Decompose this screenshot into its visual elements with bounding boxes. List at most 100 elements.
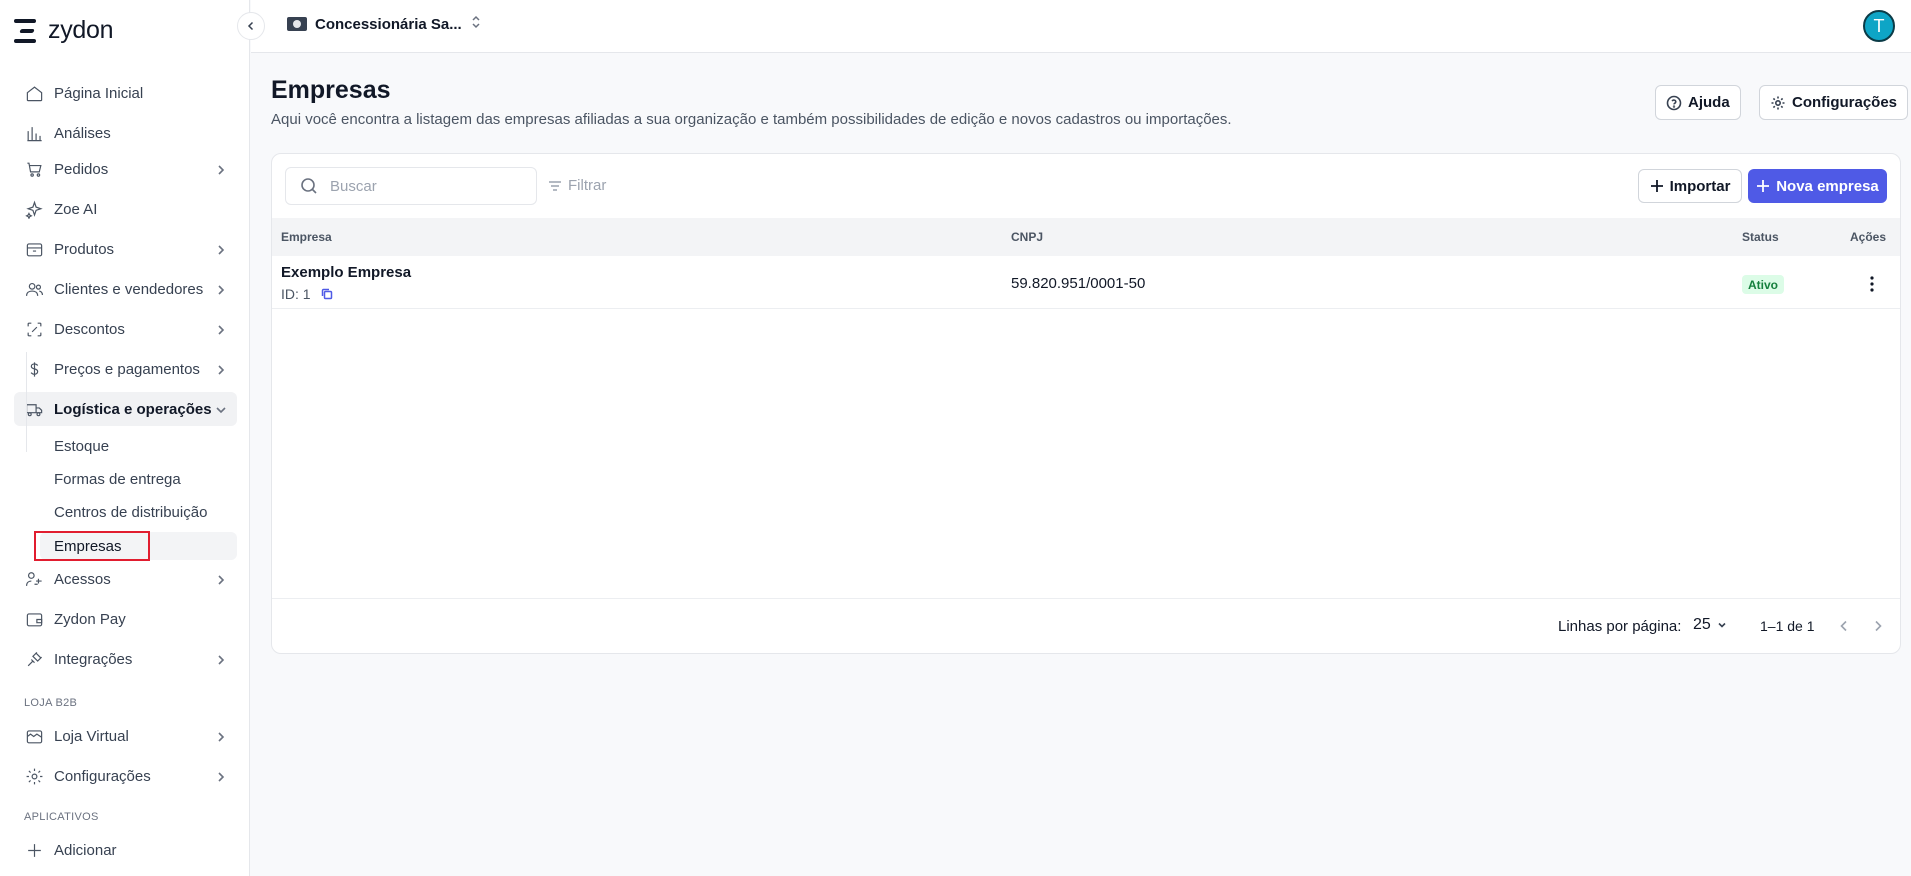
filter-icon <box>549 180 561 191</box>
sidebar-subitem-centros-de-distribuicao[interactable]: Centros de distribuição <box>40 498 237 526</box>
plus-icon <box>24 840 44 860</box>
sidebar-item-pagina-inicial[interactable]: Página Inicial <box>14 76 237 110</box>
chevron-right-icon <box>215 730 227 742</box>
sidebar-item-pedidos[interactable]: Pedidos <box>14 152 237 186</box>
gear-icon <box>24 766 44 786</box>
user-avatar[interactable]: T <box>1863 10 1895 42</box>
import-button-label: Importar <box>1669 177 1731 195</box>
submenu-guide-line <box>26 352 27 452</box>
sidebar-item-acessos[interactable]: Acessos <box>14 562 237 596</box>
column-header-cnpj[interactable]: CNPJ <box>1011 230 1043 244</box>
column-header-empresa[interactable]: Empresa <box>281 230 332 244</box>
new-company-button[interactable]: Nova empresa <box>1748 169 1887 203</box>
company-id-text: ID: 1 <box>281 286 311 302</box>
zydon-logo-icon <box>14 17 40 45</box>
chevron-right-icon <box>215 323 227 335</box>
more-vertical-icon <box>1870 276 1874 292</box>
chevron-right-icon <box>215 770 227 782</box>
sidebar-item-label: Preços e pagamentos <box>54 360 200 378</box>
sidebar-subitem-formas-de-entrega[interactable]: Formas de entrega <box>40 465 237 493</box>
storefront-icon <box>24 726 44 746</box>
chevron-right-icon <box>215 243 227 255</box>
sidebar-item-label: Análises <box>54 124 111 142</box>
sidebar-item-loja-virtual[interactable]: Loja Virtual <box>14 719 237 753</box>
home-icon <box>24 83 44 103</box>
chevron-right-icon <box>215 653 227 665</box>
pagination-range: 1–1 de 1 <box>1760 618 1815 634</box>
sidebar-item-analises[interactable]: Análises <box>14 116 237 150</box>
chevron-right-icon <box>215 283 227 295</box>
sidebar-subitem-estoque[interactable]: Estoque <box>40 432 237 460</box>
plus-icon <box>1757 180 1770 192</box>
sparkles-icon <box>24 199 44 219</box>
row-actions-button[interactable] <box>1862 274 1882 294</box>
chevron-left-icon <box>247 21 254 31</box>
column-header-status[interactable]: Status <box>1742 230 1779 244</box>
sidebar-item-integracoes[interactable]: Integrações <box>14 642 237 676</box>
plus-icon <box>1650 180 1663 192</box>
logo-text: zydon <box>48 16 114 44</box>
company-name[interactable]: Exemplo Empresa <box>281 264 411 281</box>
sidebar-item-descontos[interactable]: Descontos <box>14 312 237 346</box>
sidebar-item-zydon-pay[interactable]: Zydon Pay <box>14 602 237 636</box>
table-row[interactable]: Exemplo Empresa ID: 1 59.820.951/0001-50… <box>272 256 1900 309</box>
chevron-down-icon <box>1718 622 1726 628</box>
sidebar-item-label: Loja Virtual <box>54 727 129 745</box>
logo[interactable]: zydon <box>14 16 114 45</box>
rows-per-page-select[interactable]: 25 <box>1693 616 1727 634</box>
cart-icon <box>24 159 44 179</box>
chevron-right-icon <box>1875 620 1882 632</box>
box-icon <box>24 239 44 259</box>
chevron-right-icon <box>215 363 227 375</box>
sidebar-item-clientes-e-vendedores[interactable]: Clientes e vendedores <box>14 272 237 306</box>
sidebar-item-label: Clientes e vendedores <box>54 280 204 298</box>
chevron-up-down-icon <box>470 15 482 33</box>
discount-icon <box>24 319 44 339</box>
sidebar-item-label: Configurações <box>54 767 151 785</box>
users-icon <box>24 279 44 299</box>
organization-icon <box>287 17 307 31</box>
companies-card: Filtrar Importar Nova empresa Empresa CN… <box>271 153 1901 654</box>
sidebar: zydon Página Inicial Análises Pedidos Zo… <box>0 0 250 876</box>
organization-selector[interactable]: Concessionária Sa... <box>287 15 482 33</box>
previous-page-button[interactable] <box>1835 617 1853 635</box>
plug-icon <box>24 649 44 669</box>
sidebar-item-produtos[interactable]: Produtos <box>14 232 237 266</box>
search-box[interactable] <box>285 167 537 205</box>
sidebar-item-label: Descontos <box>54 320 125 338</box>
sidebar-item-configuracoes[interactable]: Configurações <box>14 759 237 793</box>
settings-button[interactable]: Configurações <box>1759 85 1909 120</box>
sidebar-item-adicionar[interactable]: Adicionar <box>14 833 237 867</box>
sidebar-item-precos-e-pagamentos[interactable]: Preços e pagamentos <box>14 352 237 386</box>
import-button[interactable]: Importar <box>1638 169 1742 203</box>
table-header: Empresa CNPJ Status Ações <box>272 218 1900 256</box>
wallet-icon <box>24 609 44 629</box>
company-id: ID: 1 <box>281 286 333 302</box>
sidebar-subitem-label: Formas de entrega <box>54 470 181 488</box>
page-subtitle: Aqui você encontra a listagem das empres… <box>271 111 1232 128</box>
sidebar-item-label: Acessos <box>54 570 111 588</box>
help-button[interactable]: Ajuda <box>1655 85 1741 120</box>
copy-icon[interactable] <box>321 288 333 300</box>
sidebar-item-label: Logística e operações <box>54 400 212 418</box>
sidebar-item-logistica-e-operacoes[interactable]: Logística e operações <box>14 392 237 426</box>
filter-label: Filtrar <box>568 177 607 194</box>
sidebar-item-label: Adicionar <box>54 841 117 859</box>
sidebar-subitem-label: Estoque <box>54 437 110 455</box>
sidebar-item-label: Zoe AI <box>54 200 98 218</box>
new-company-button-label: Nova empresa <box>1776 177 1879 195</box>
sidebar-item-zoe-ai[interactable]: Zoe AI <box>14 192 237 226</box>
key-user-icon <box>24 569 44 589</box>
page-title: Empresas <box>271 76 391 104</box>
company-cnpj: 59.820.951/0001-50 <box>1011 275 1146 292</box>
organization-name: Concessionária Sa... <box>315 15 462 33</box>
truck-icon <box>24 399 44 419</box>
chevron-down-icon <box>215 403 227 415</box>
chevron-right-icon <box>215 163 227 175</box>
collapse-sidebar-button[interactable] <box>237 12 265 40</box>
next-page-button[interactable] <box>1869 617 1887 635</box>
pagination: Linhas por página: 25 1–1 de 1 <box>272 599 1900 653</box>
filter-button[interactable]: Filtrar <box>548 177 606 194</box>
sidebar-item-label: Pedidos <box>54 160 109 178</box>
search-input[interactable] <box>330 177 520 195</box>
